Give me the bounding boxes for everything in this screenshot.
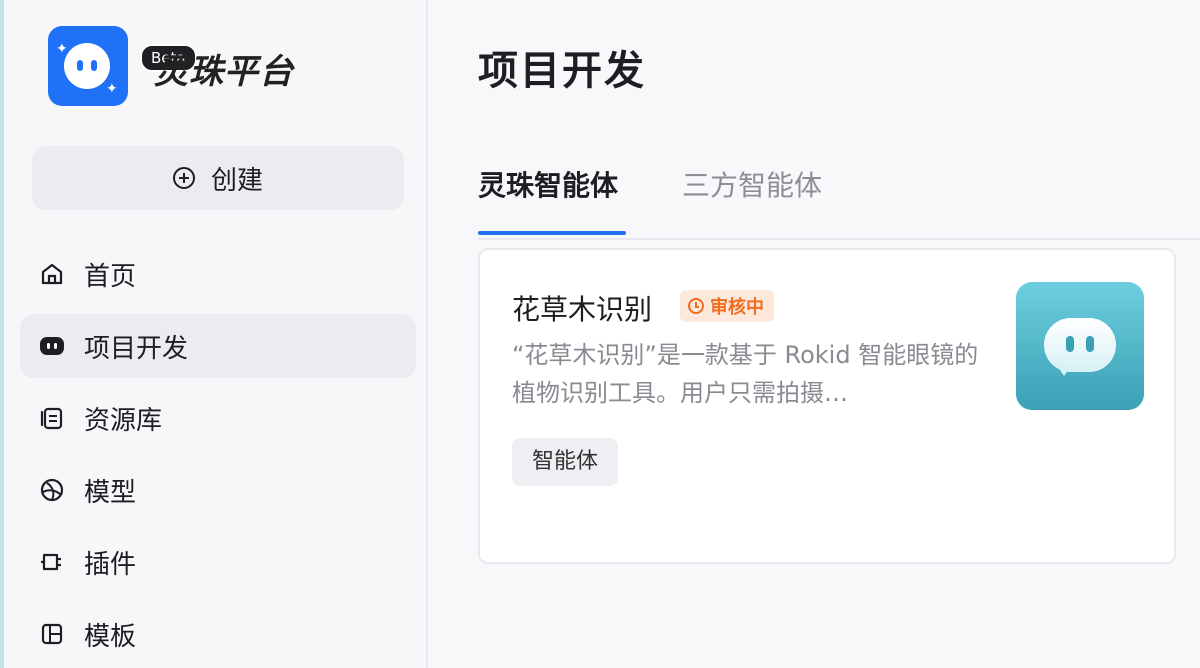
sidebar-item-template[interactable]: 模板: [20, 602, 416, 666]
agent-avatar: [1016, 282, 1144, 410]
card-title: 花草木识别: [512, 293, 653, 326]
main-content: 项目开发 灵珠智能体 三方智能体 花草木识别 审核中 “花草木识别”是一款基于 …: [430, 0, 1200, 668]
tab-third-party-agent[interactable]: 三方智能体: [682, 164, 822, 204]
sidebar-item-project-dev[interactable]: 项目开发: [20, 314, 416, 378]
plugin-icon: [38, 548, 66, 576]
sidebar-item-model[interactable]: 模型: [20, 458, 416, 522]
sidebar-item-label: 首页: [84, 261, 137, 292]
sidebar-item-label: 模型: [84, 477, 137, 508]
sparkle-icon: ✦: [106, 81, 118, 97]
sidebar-item-plugin[interactable]: 插件: [20, 530, 416, 594]
page-title: 项目开发: [478, 48, 646, 94]
create-label: 创建: [210, 165, 263, 196]
tab-lingzhu-agent[interactable]: 灵珠智能体: [478, 164, 618, 204]
sidebar: ✦ ✦ Beta 灵珠平台 创建 首页 项目开发 资源库 模型 插件 模板: [0, 0, 428, 668]
sidebar-item-label: 模板: [84, 621, 137, 652]
sidebar-item-label: 插件: [84, 549, 137, 580]
card-tag: 智能体: [512, 438, 619, 486]
clock-icon: [688, 298, 704, 314]
tab-bar: 灵珠智能体 三方智能体: [478, 160, 1200, 240]
app-logo[interactable]: ✦ ✦ Beta: [48, 26, 197, 106]
home-icon: [38, 260, 66, 288]
create-button[interactable]: 创建: [32, 146, 404, 210]
sidebar-item-home[interactable]: 首页: [20, 242, 416, 306]
sidebar-item-label: 资源库: [84, 405, 163, 436]
robot-icon: [38, 332, 66, 360]
status-label: 审核中: [710, 297, 764, 318]
active-tab-indicator: [478, 231, 626, 235]
model-icon: [38, 476, 66, 504]
card-description: “花草木识别”是一款基于 Rokid 智能眼镜的植物识别工具。用户只需拍摄…: [512, 341, 979, 407]
sidebar-item-library[interactable]: 资源库: [20, 386, 416, 450]
sparkle-icon: ✦: [56, 41, 68, 57]
status-badge: 审核中: [680, 290, 774, 322]
sidebar-item-label: 项目开发: [84, 333, 189, 364]
brand-name: 灵珠平台: [154, 52, 294, 92]
template-icon: [38, 620, 66, 648]
plus-circle-icon: [172, 167, 195, 189]
library-icon: [38, 404, 66, 432]
logo-face-icon: [64, 43, 110, 89]
chat-bubble-icon: [1044, 318, 1116, 372]
agent-card[interactable]: 花草木识别 审核中 “花草木识别”是一款基于 Rokid 智能眼镜的植物识别工具…: [478, 248, 1176, 564]
